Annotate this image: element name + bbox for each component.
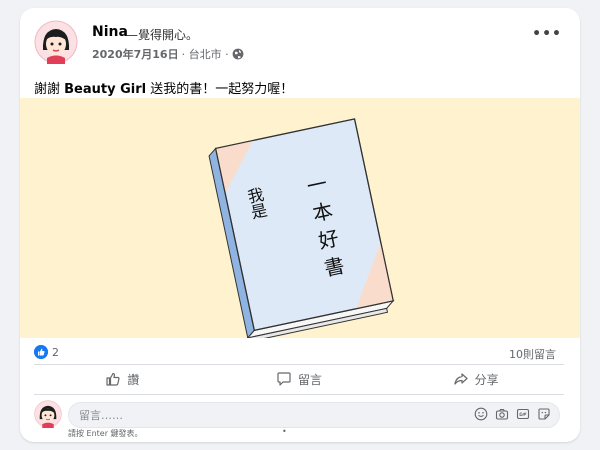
post-meta: 2020年7月16日 · 台北市 · (92, 46, 244, 62)
camera-icon[interactable] (495, 407, 509, 421)
like-button[interactable]: 讚 (34, 366, 211, 392)
current-user-avatar[interactable] (34, 400, 62, 428)
post-date[interactable]: 2020年7月16日 (92, 46, 179, 62)
comment-icon (277, 372, 291, 386)
gif-icon[interactable] (516, 407, 530, 421)
action-bar: 讚 留言 分享 (34, 366, 564, 392)
like-reaction-icon[interactable] (34, 345, 48, 359)
comment-input[interactable] (79, 407, 459, 423)
divider (34, 364, 564, 365)
comment-composer (68, 402, 560, 428)
thumbs-up-icon (106, 372, 120, 386)
post-text: 謝謝 Beauty Girl 送我的書！一起努力喔！ (34, 78, 293, 97)
post-location[interactable]: · 台北市 · (182, 46, 229, 62)
emoji-icon[interactable] (474, 407, 488, 421)
composer-icons (474, 407, 551, 421)
author-name[interactable]: Nina (92, 24, 128, 40)
comment-button-label: 留言 (298, 372, 323, 387)
share-button-label: 分享 (474, 372, 499, 387)
more-options-icon[interactable]: ••• (532, 26, 562, 42)
author-avatar[interactable] (34, 20, 78, 64)
feeling-text: —覺得開心。 (126, 28, 199, 42)
sticker-icon[interactable] (537, 407, 551, 421)
tagged-friend[interactable]: Beauty Girl (64, 82, 146, 97)
like-count[interactable]: 2 (52, 346, 59, 359)
globe-icon (232, 48, 243, 60)
book-illustration: 我是 一本好書 (208, 118, 395, 343)
post-photo[interactable]: 我是 一本好書 (20, 98, 580, 343)
hint-dot: • (282, 427, 287, 436)
reaction-stats: 2 10則留言 (34, 345, 564, 363)
post-card: Nina —覺得開心。 2020年7月16日 · 台北市 · ••• 謝謝 Be… (20, 8, 580, 442)
post-text-part: 送我的書！一起努力喔！ (146, 82, 294, 97)
like-button-label: 讚 (127, 372, 140, 387)
post-text-part: 謝謝 (34, 82, 65, 97)
comment-count[interactable]: 10則留言 (509, 346, 556, 362)
enter-hint: 請按 Enter 鍵發表。 (68, 429, 143, 438)
share-icon (454, 373, 468, 385)
share-button[interactable]: 分享 (387, 366, 564, 392)
comment-button[interactable]: 留言 (211, 366, 388, 392)
divider (34, 394, 564, 395)
